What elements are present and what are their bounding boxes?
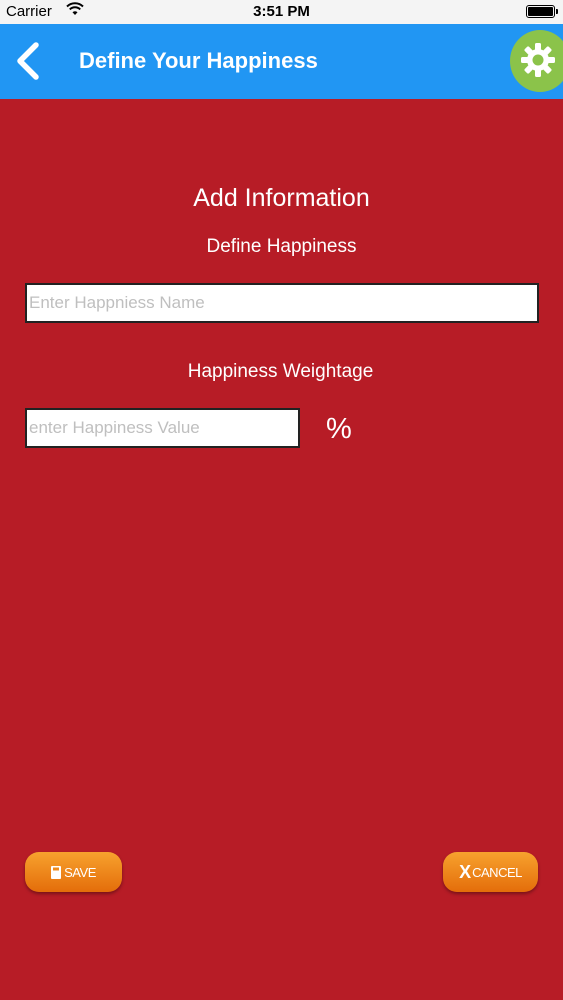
settings-button[interactable] xyxy=(510,30,563,92)
page-title: Define Your Happiness xyxy=(79,48,318,73)
happiness-weightage-label: Happiness Weightage xyxy=(187,361,374,382)
clock: 3:51 PM xyxy=(253,3,310,20)
happiness-value-input[interactable] xyxy=(25,408,300,448)
gear-icon xyxy=(521,43,555,77)
cancel-button[interactable]: X CANCEL xyxy=(443,852,538,892)
back-arrow-icon[interactable] xyxy=(12,40,52,82)
happiness-name-input[interactable] xyxy=(25,283,539,323)
save-label: SAVE xyxy=(64,864,96,880)
define-happiness-label: Define Happiness xyxy=(206,236,357,257)
percent-unit-label: % xyxy=(326,413,352,445)
cancel-label: CANCEL xyxy=(472,864,522,880)
status-bar: Carrier 3:51 PM xyxy=(0,0,563,24)
form-heading: Add Information xyxy=(193,184,370,212)
nav-bar: Define Your Happiness xyxy=(0,24,563,99)
save-button[interactable]: SAVE xyxy=(25,852,122,892)
close-icon: X xyxy=(459,861,472,882)
battery-icon xyxy=(526,5,558,18)
save-icon xyxy=(51,865,62,879)
